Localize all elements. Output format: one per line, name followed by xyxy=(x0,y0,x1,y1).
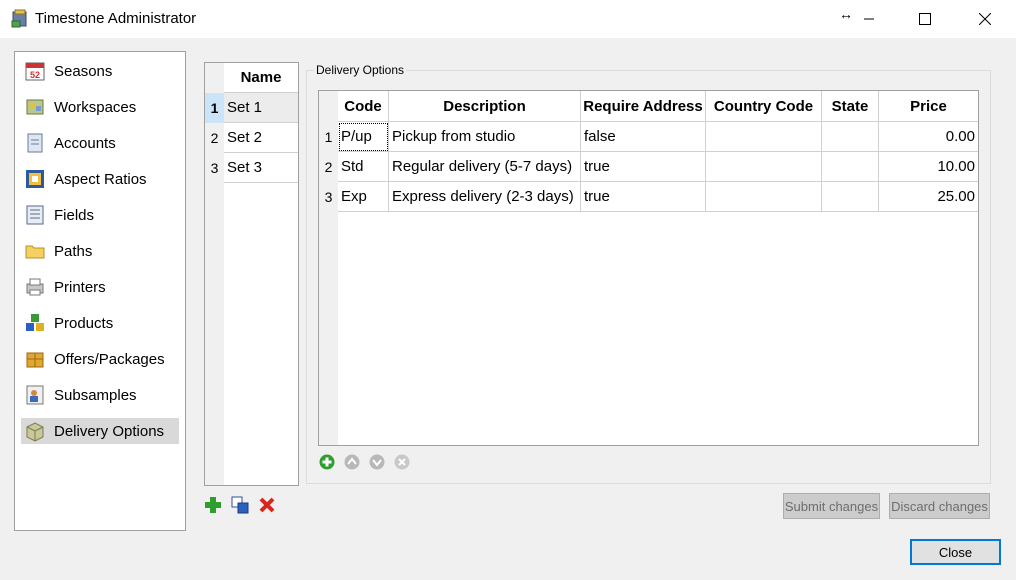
column-header-code[interactable]: Code xyxy=(338,91,389,122)
sidebar-item-workspaces[interactable]: Workspaces xyxy=(21,94,179,120)
app-icon xyxy=(11,9,27,28)
row-number[interactable]: 1 xyxy=(205,93,224,123)
svg-text:52: 52 xyxy=(30,70,40,80)
aspect-ratio-icon xyxy=(26,170,44,188)
row-number[interactable]: 2 xyxy=(319,152,338,182)
row-number[interactable]: 3 xyxy=(319,182,338,212)
table-row[interactable]: 1 Set 1 xyxy=(205,93,298,123)
folder-icon xyxy=(25,245,45,259)
sidebar-item-offers-packages[interactable]: Offers/Packages xyxy=(21,346,179,372)
window-title: Timestone Administrator xyxy=(35,10,197,27)
group-label: Delivery Options xyxy=(314,63,407,77)
country-code-cell[interactable] xyxy=(706,122,822,152)
set-name-cell[interactable]: Set 1 xyxy=(224,93,298,123)
sidebar-item-printers[interactable]: Printers xyxy=(21,274,179,300)
column-header-price[interactable]: Price xyxy=(879,91,978,122)
accounts-icon xyxy=(27,133,43,153)
table-row[interactable]: 2 Set 2 xyxy=(205,123,298,153)
sidebar-nav: 52 Seasons Workspaces Accounts Aspect Ra… xyxy=(14,51,186,531)
sidebar-item-seasons[interactable]: 52 Seasons xyxy=(21,58,179,84)
minimize-button[interactable] xyxy=(846,0,892,38)
price-cell[interactable]: 0.00 xyxy=(879,122,978,152)
code-cell[interactable]: Std xyxy=(338,152,389,182)
require-address-cell[interactable]: true xyxy=(581,182,706,212)
set-name-cell[interactable]: Set 2 xyxy=(224,123,298,153)
title-bar: Timestone Administrator ↔ xyxy=(0,0,1016,38)
workspaces-icon xyxy=(26,99,44,115)
sets-toolbar xyxy=(204,496,285,514)
row-number[interactable]: 2 xyxy=(205,123,224,153)
delivery-box-icon xyxy=(26,422,44,442)
maximize-icon xyxy=(919,13,931,25)
submit-changes-button[interactable]: Submit changes xyxy=(783,493,880,519)
country-code-cell[interactable] xyxy=(706,182,822,212)
sidebar-item-products[interactable]: Products xyxy=(21,310,179,336)
state-cell[interactable] xyxy=(822,122,879,152)
column-header-country-code[interactable]: Country Code xyxy=(706,91,822,122)
move-up-icon[interactable] xyxy=(344,454,360,470)
row-number[interactable]: 1 xyxy=(319,122,338,152)
price-cell[interactable]: 25.00 xyxy=(879,182,978,212)
column-header-state[interactable]: State xyxy=(822,91,879,122)
require-address-cell[interactable]: false xyxy=(581,122,706,152)
sidebar-item-accounts[interactable]: Accounts xyxy=(21,130,179,156)
column-header-description[interactable]: Description xyxy=(389,91,581,122)
package-icon xyxy=(26,352,44,368)
delete-option-icon[interactable] xyxy=(394,454,410,470)
sidebar-item-fields[interactable]: Fields xyxy=(21,202,179,228)
minimize-icon xyxy=(864,18,874,20)
move-down-icon[interactable] xyxy=(369,454,385,470)
set-name-cell[interactable]: Set 3 xyxy=(224,153,298,183)
copy-set-icon[interactable] xyxy=(231,496,249,514)
description-cell[interactable]: Pickup from studio xyxy=(389,122,581,152)
require-address-cell[interactable]: true xyxy=(581,152,706,182)
code-cell[interactable]: P/up xyxy=(338,122,389,152)
sidebar-item-delivery-options[interactable]: Delivery Options xyxy=(21,418,179,444)
calendar-icon: 52 xyxy=(25,62,45,81)
discard-changes-button[interactable]: Discard changes xyxy=(889,493,990,519)
close-icon xyxy=(979,13,991,25)
sidebar-item-paths[interactable]: Paths xyxy=(21,238,179,264)
state-cell[interactable] xyxy=(822,152,879,182)
row-number[interactable]: 3 xyxy=(205,153,224,183)
delivery-options-table: Code Description Require Address Country… xyxy=(318,90,979,446)
maximize-button[interactable] xyxy=(902,0,948,38)
subsamples-icon xyxy=(26,385,44,405)
description-cell[interactable]: Express delivery (2-3 days) xyxy=(389,182,581,212)
add-set-icon[interactable] xyxy=(204,496,222,514)
sidebar-item-subsamples[interactable]: Subsamples xyxy=(21,382,179,408)
delete-set-icon[interactable] xyxy=(258,496,276,514)
column-header-require-address[interactable]: Require Address xyxy=(581,91,706,122)
description-cell[interactable]: Regular delivery (5-7 days) xyxy=(389,152,581,182)
country-code-cell[interactable] xyxy=(706,152,822,182)
code-cell[interactable]: Exp xyxy=(338,182,389,212)
sets-column-header[interactable]: Name xyxy=(224,63,298,93)
close-button[interactable]: Close xyxy=(910,539,1001,565)
sets-table: Name 1 Set 1 2 Set 2 3 Set 3 xyxy=(204,62,299,486)
fields-icon xyxy=(26,205,44,225)
close-window-button[interactable] xyxy=(962,0,1008,38)
add-option-icon[interactable] xyxy=(319,454,335,470)
options-toolbar xyxy=(319,454,419,470)
sidebar-item-aspect-ratios[interactable]: Aspect Ratios xyxy=(21,166,179,192)
products-icon xyxy=(26,314,44,331)
printer-icon xyxy=(26,278,44,296)
state-cell[interactable] xyxy=(822,182,879,212)
table-row[interactable]: 3 Set 3 xyxy=(205,153,298,183)
price-cell[interactable]: 10.00 xyxy=(879,152,978,182)
